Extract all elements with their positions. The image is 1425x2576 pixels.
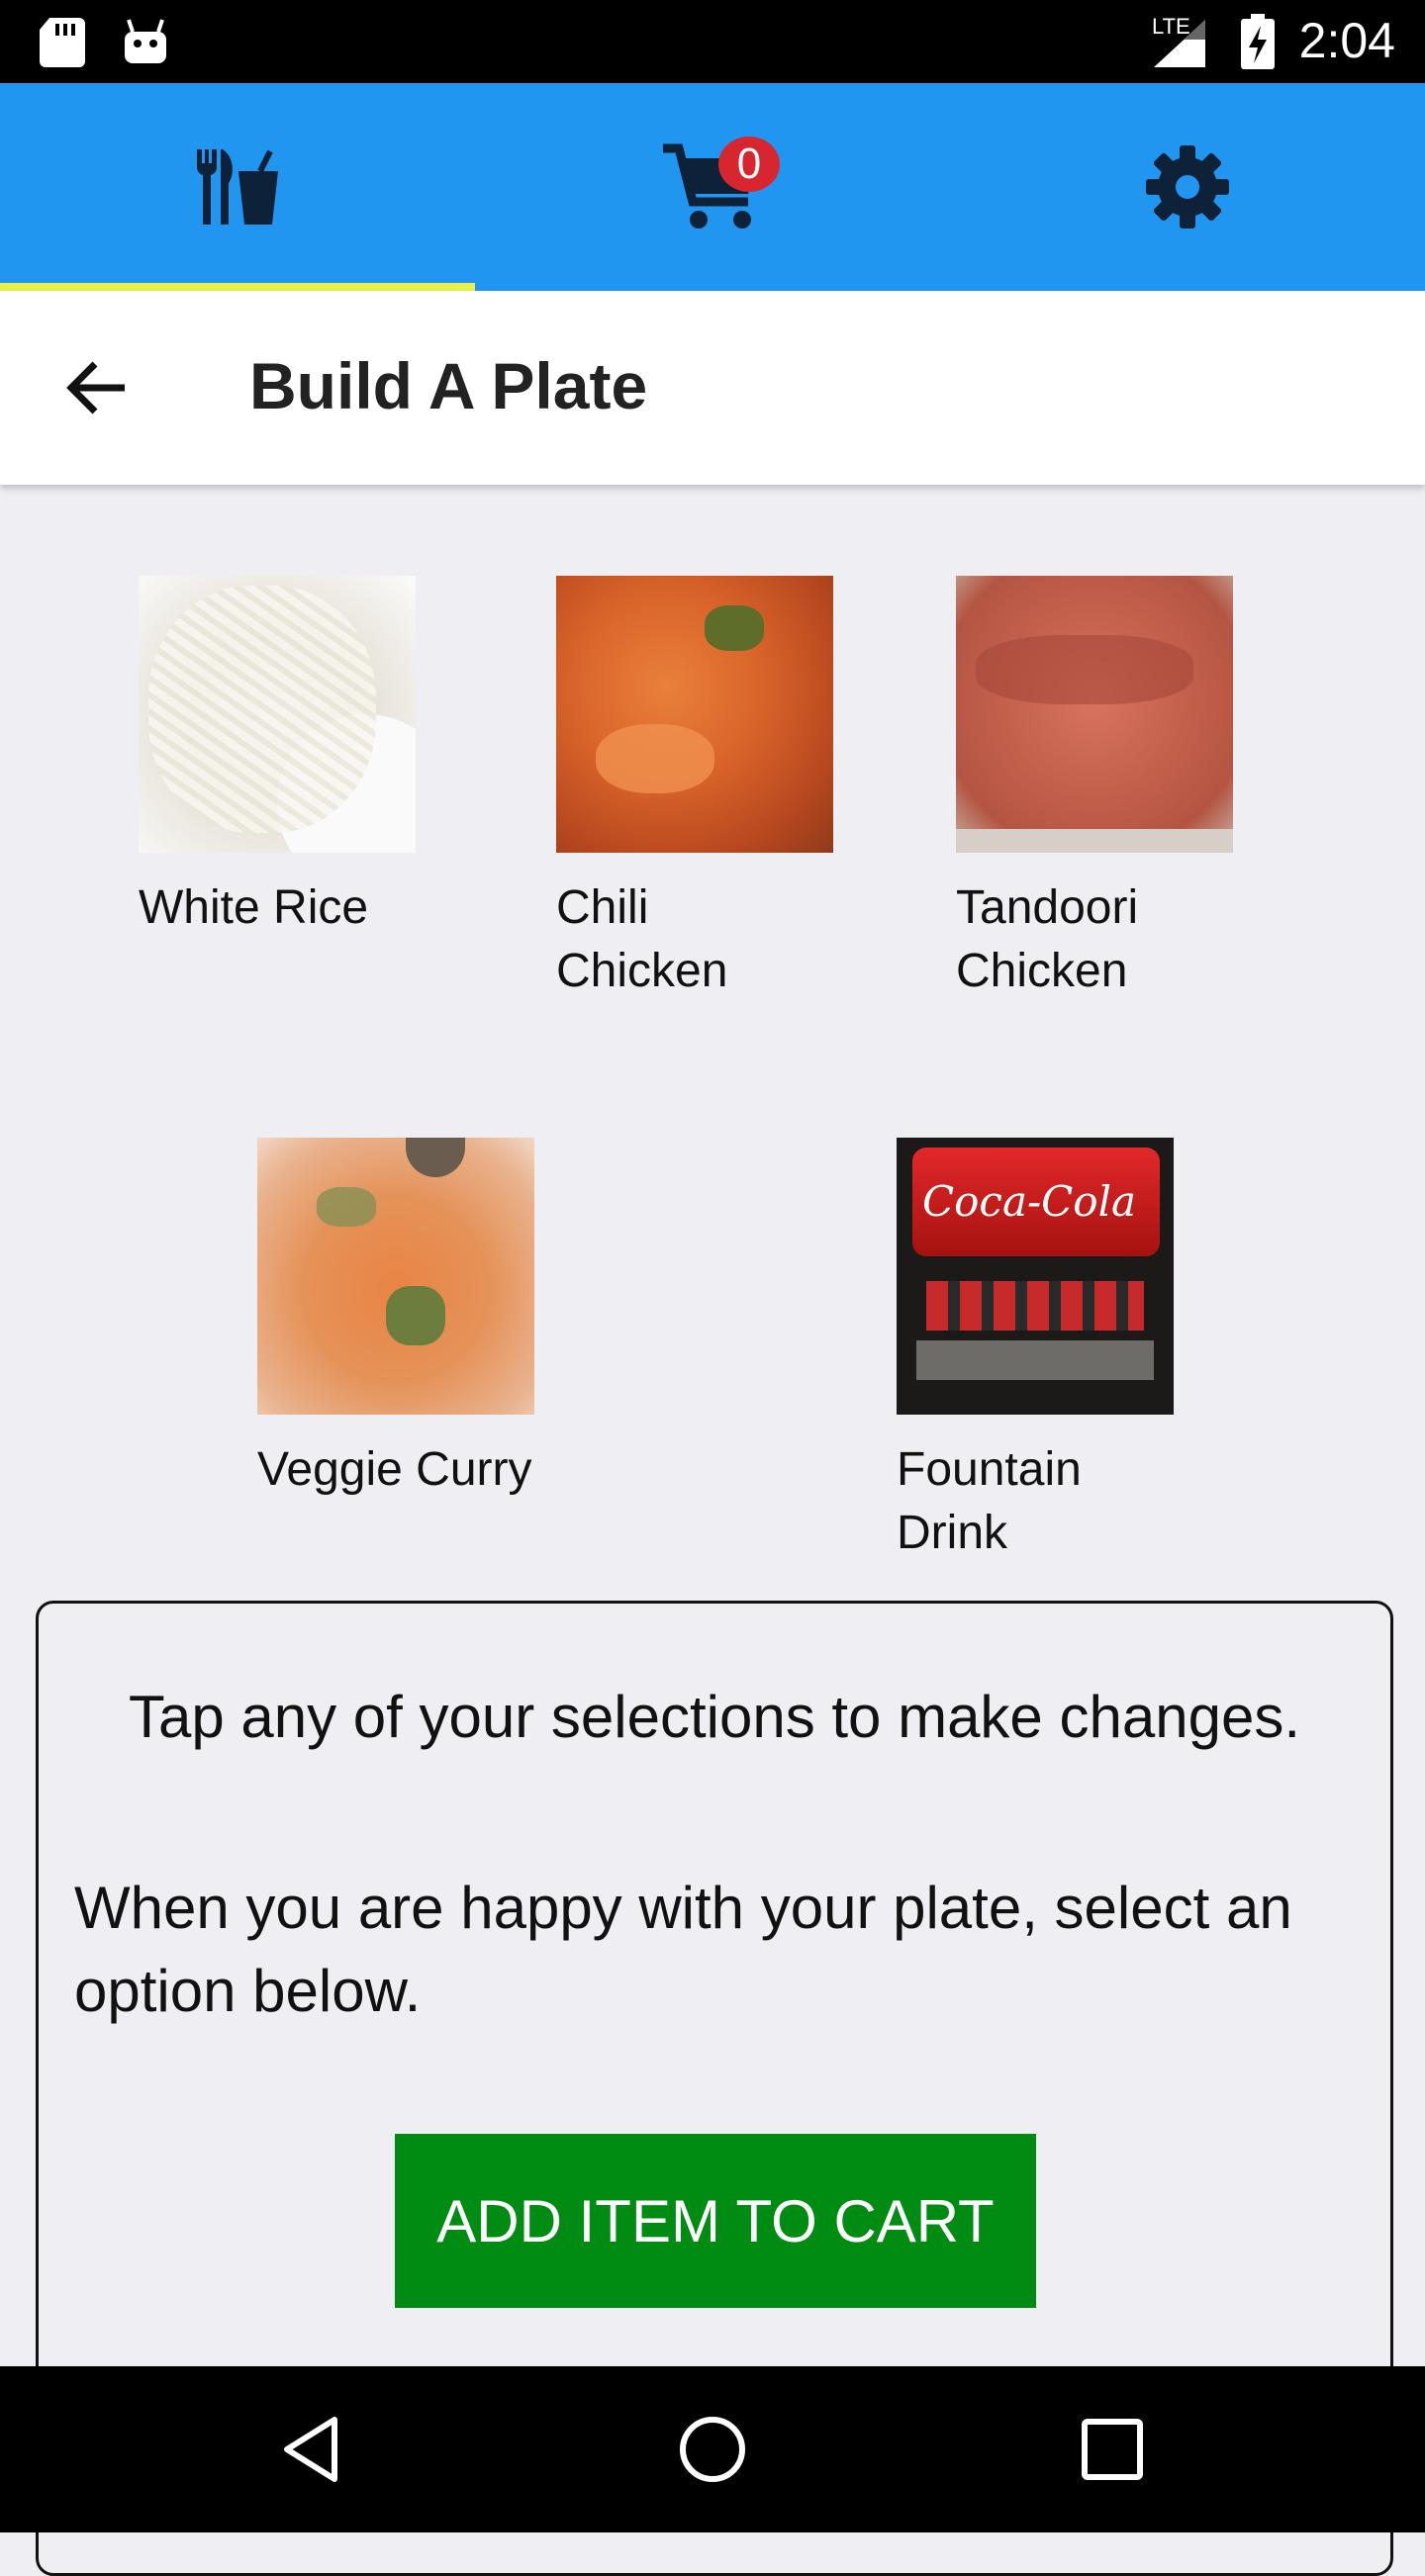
food-label: Fountain Drink (897, 1443, 1082, 1559)
tab-selected-indicator (0, 283, 475, 291)
nav-home-icon[interactable] (673, 2410, 752, 2489)
food-label: Veggie Curry (257, 1443, 532, 1496)
system-nav-bar (0, 2366, 1425, 2532)
food-label: Chili Chicken (556, 881, 728, 997)
coca-cola-logo: Coca-Cola (922, 1177, 1137, 1226)
signal-icon (1154, 20, 1205, 67)
gear-icon (1146, 145, 1229, 229)
cart-count-badge: 0 (718, 137, 780, 192)
add-to-cart-button[interactable]: ADD ITEM TO CART (395, 2134, 1036, 2308)
status-bar: LTE 2:04 (0, 0, 1425, 83)
tab-cart[interactable]: 0 (475, 83, 950, 291)
back-button[interactable] (59, 348, 139, 427)
info-happy-text: When you are happy with your plate, sele… (74, 1875, 1292, 2024)
fountain-drink-image: Coca-Cola (897, 1138, 1174, 1415)
food-label: White Rice (139, 881, 369, 934)
android-icon (125, 19, 166, 63)
sd-card-icon (40, 18, 85, 67)
food-item-chili-chicken[interactable]: Chili Chicken (556, 576, 833, 1003)
nav-recents-icon[interactable] (1073, 2410, 1152, 2489)
arrow-back-icon (66, 361, 125, 414)
nav-back-icon[interactable] (273, 2410, 352, 2489)
tab-menu[interactable] (0, 83, 475, 291)
veggie-curry-image (257, 1138, 534, 1415)
white-rice-image (139, 576, 416, 853)
info-tap-text: Tap any of your selections to make chang… (128, 1684, 1300, 1750)
page-title: Build A Plate (249, 349, 648, 422)
fork-knife-drink-icon (196, 149, 278, 225)
food-item-white-rice[interactable]: White Rice (139, 576, 416, 940)
tab-settings[interactable] (950, 83, 1425, 291)
tandoori-chicken-image (956, 576, 1233, 853)
clock: 2:04 (1298, 13, 1395, 68)
food-label: Tandoori Chicken (956, 881, 1139, 997)
food-item-fountain-drink[interactable]: Coca-Cola Fountain Drink (897, 1138, 1174, 1565)
tab-bar: 0 (0, 83, 1425, 291)
chili-chicken-image (556, 576, 833, 853)
food-item-veggie-curry[interactable]: Veggie Curry (257, 1138, 534, 1502)
app-header: Build A Plate (0, 291, 1425, 485)
food-item-tandoori-chicken[interactable]: Tandoori Chicken (956, 576, 1233, 1003)
battery-charging-icon (1241, 14, 1275, 69)
